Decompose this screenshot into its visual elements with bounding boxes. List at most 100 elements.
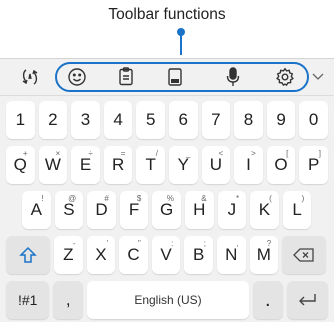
key-l-label: L [292,200,302,219]
one-handed-icon[interactable] [158,59,192,95]
key-q[interactable]: Q + [6,146,35,184]
key-k[interactable]: K( [250,191,279,229]
key-s[interactable]: S @ [54,191,84,229]
key-f[interactable]: F $ [119,191,149,229]
key-2[interactable]: 2 [38,101,68,139]
key-0[interactable]: 0 [299,101,328,139]
key-z[interactable]: Z- [54,236,83,274]
letter-row-1: Q + W × E ÷ R = T / Y _ U < I > O[P] [4,146,330,184]
microphone-icon[interactable] [216,59,250,95]
key-u-label: U [209,155,222,174]
key-y-secondary: _ [186,149,191,158]
key-7-label: 7 [211,110,221,129]
key-5[interactable]: 5 [136,101,165,139]
emoji-icon[interactable] [60,59,94,95]
key-g-label: G [160,200,174,219]
key-8[interactable]: 8 [234,101,263,139]
key-n-secondary: , [236,239,239,248]
key-h-label: H [193,200,206,219]
key-o[interactable]: O[ [266,146,296,184]
key-a-secondary: ! [41,194,44,203]
key-b-secondary: ; [203,239,206,248]
key-x-secondary: ' [106,239,109,248]
key-7[interactable]: 7 [201,101,231,139]
letter-row-2: A! S @ D # F $ G% H & J * K(L) [20,191,314,229]
key-u-secondary: < [218,149,224,158]
key-x[interactable]: X ' [86,236,116,274]
key-c-label: C [127,245,140,264]
key-e[interactable]: E ÷ [71,146,100,184]
key-8-label: 8 [243,110,254,129]
key-f-secondary: $ [136,194,142,203]
key-a-label: A [30,200,42,219]
key-d[interactable]: D # [87,191,116,229]
key-5-label: 5 [145,110,156,129]
key-1-label: 1 [15,110,26,129]
key-m[interactable]: M? [249,236,279,274]
key-6-label: 6 [178,110,188,129]
symbols-key[interactable]: !#1 [6,281,50,319]
enter-key[interactable] [286,281,328,319]
key-4-label: 4 [113,110,123,129]
key-y[interactable]: Y _ [168,146,198,184]
space-bar[interactable]: English (US) [87,281,249,319]
key-4[interactable]: 4 [103,101,133,139]
key-w[interactable]: W × [38,146,68,184]
key-i[interactable]: I > [234,146,263,184]
keyboard: 1234567890 Q + W × E ÷ R = T / Y _ U < I > O[P] A! S @ D # F $… [0,58,334,322]
key-r-secondary: = [120,149,126,158]
key-r[interactable]: R = [103,146,133,184]
key-n[interactable]: N, [216,236,246,274]
key-1[interactable]: 1 [6,101,35,139]
key-u[interactable]: U < [201,146,231,184]
key-k-secondary: ( [269,194,272,203]
key-k-label: K [258,200,271,219]
key-2-label: 2 [48,110,58,129]
key-l[interactable]: L) [282,191,312,229]
key-c[interactable]: C " [119,236,148,274]
callout-label: Toolbar functions [108,6,226,23]
key-a[interactable]: A! [22,191,51,229]
chevron-down-icon[interactable] [306,59,330,95]
key-e-label: E [79,155,92,174]
callout-line [180,33,182,55]
key-y-label: Y [177,155,189,174]
key-c-secondary: " [137,239,141,248]
key-m-secondary: ? [266,239,272,248]
letter-row-3: Z - X ' C " V: B; N, M? [4,236,330,274]
sync-icon[interactable] [13,59,47,95]
key-v[interactable]: V: [151,236,181,274]
key-3[interactable]: 3 [71,101,100,139]
key-v-label: V [160,245,172,264]
toolbar-divider [0,95,334,96]
settings-icon[interactable] [268,59,302,95]
callout-annotation: Toolbar functions [0,0,334,58]
key-s-label: S [63,200,75,219]
clipboard-icon[interactable] [109,59,143,95]
key-x-label: X [95,245,107,264]
key-d-label: D [95,200,108,219]
key-q-secondary: + [22,149,28,158]
key-o-label: O [274,155,288,174]
backspace-key[interactable] [282,236,327,274]
key-j-label: J [227,200,237,219]
key-n-label: N [225,245,238,264]
shift-key[interactable] [6,236,50,274]
key-b-label: B [193,245,205,264]
key-g[interactable]: G% [152,191,181,229]
key-b[interactable]: B; [184,236,213,274]
comma-key[interactable]: , [53,281,84,319]
key-t[interactable]: T / [136,146,165,184]
key-9[interactable]: 9 [266,101,296,139]
key-p[interactable]: P] [299,146,328,184]
key-h-secondary: & [201,194,207,203]
key-6[interactable]: 6 [168,101,198,139]
key-r-label: R [111,155,125,174]
key-v-secondary: : [171,239,174,248]
key-z-label: Z [63,245,74,264]
key-j[interactable]: J * [217,191,247,229]
period-key[interactable]: . [252,281,283,319]
key-e-secondary: ÷ [88,149,93,158]
key-h[interactable]: H & [184,191,214,229]
key-9-label: 9 [276,110,286,129]
